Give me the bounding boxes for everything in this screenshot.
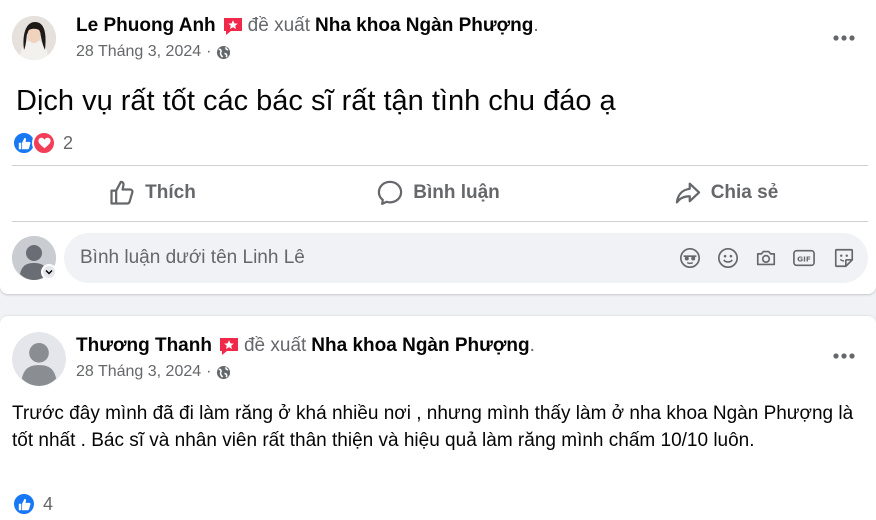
meta-separator: · [206, 43, 212, 60]
comment-composer: GIF [64, 233, 868, 283]
post-meta: 28 Tháng 3, 2024 · [76, 42, 231, 62]
like-label: Thích [145, 182, 196, 203]
sticker-icon[interactable] [832, 246, 856, 270]
more-options-button[interactable] [826, 20, 862, 56]
author-photo [12, 16, 56, 60]
share-label: Chia sẻ [710, 182, 779, 203]
globe-icon [216, 45, 231, 60]
meta-separator-2: · [206, 363, 212, 380]
thumbs-up-icon [110, 180, 134, 205]
recommend-icon [218, 336, 240, 356]
recommend-icon [222, 16, 244, 36]
author-name[interactable]: Le Phuong Anh [76, 14, 216, 38]
header-period: . [533, 15, 539, 36]
commenter-avatar[interactable] [12, 236, 57, 280]
page-name-2[interactable]: Nha khoa Ngàn Phượng [311, 334, 529, 358]
page-name[interactable]: Nha khoa Ngàn Phượng [315, 14, 533, 38]
more-options-button-2[interactable] [826, 338, 862, 374]
like-button[interactable]: Thích [12, 170, 292, 216]
recommend-verb-2: đề xuất [243, 335, 307, 356]
post-text-2: Trước đây mình đã đi làm răng ở khá nhiề… [12, 403, 854, 451]
reaction-count: 2 [63, 132, 74, 153]
love-icon [32, 131, 56, 155]
author-avatar[interactable] [12, 16, 56, 60]
default-user-icon [12, 332, 66, 386]
reaction-summary-2[interactable]: 4 [12, 492, 53, 516]
comment-bubble-icon [378, 180, 403, 205]
emoji-icon[interactable] [716, 246, 740, 270]
more-dots-icon [833, 35, 855, 41]
svg-text:GIF: GIF [797, 255, 811, 264]
post-meta-2: 28 Tháng 3, 2024 · [76, 362, 231, 382]
camera-icon[interactable] [754, 246, 778, 270]
like-icon [12, 492, 36, 516]
author-name-2[interactable]: Thương Thanh [76, 334, 212, 358]
post-text: Dịch vụ rất tốt các bác sĩ rất tận tình … [16, 85, 616, 117]
comment-input[interactable] [80, 233, 640, 283]
recommend-verb: đề xuất [247, 15, 310, 36]
comment-label: Bình luận [413, 182, 500, 203]
share-button[interactable]: Chia sẻ [584, 170, 868, 216]
header-period-2: . [529, 335, 535, 356]
more-dots-icon [833, 353, 855, 359]
reaction-summary[interactable]: 2 [12, 131, 73, 155]
post-header: Le Phuong Anh đề xuất Nha khoa Ngàn Phượ… [76, 14, 539, 38]
gif-icon[interactable]: GIF [792, 246, 816, 270]
author-avatar-2[interactable] [12, 332, 66, 386]
chevron-down-icon[interactable] [41, 264, 57, 280]
comment-button[interactable]: Bình luận [298, 170, 578, 216]
post-date-2[interactable]: 28 Tháng 3, 2024 [76, 362, 201, 382]
divider-top [12, 165, 868, 166]
reaction-count-2: 4 [43, 493, 54, 514]
post-header-2: Thương Thanh đề xuất Nha khoa Ngàn Phượn… [76, 334, 535, 358]
share-arrow-icon [675, 182, 700, 204]
divider-bottom [12, 221, 868, 222]
globe-icon [216, 365, 231, 380]
post-date[interactable]: 28 Tháng 3, 2024 [76, 42, 201, 62]
post-card-1: Le Phuong Anh đề xuất Nha khoa Ngàn Phượ… [0, 0, 876, 294]
avatar-sticker-icon[interactable] [678, 246, 702, 270]
